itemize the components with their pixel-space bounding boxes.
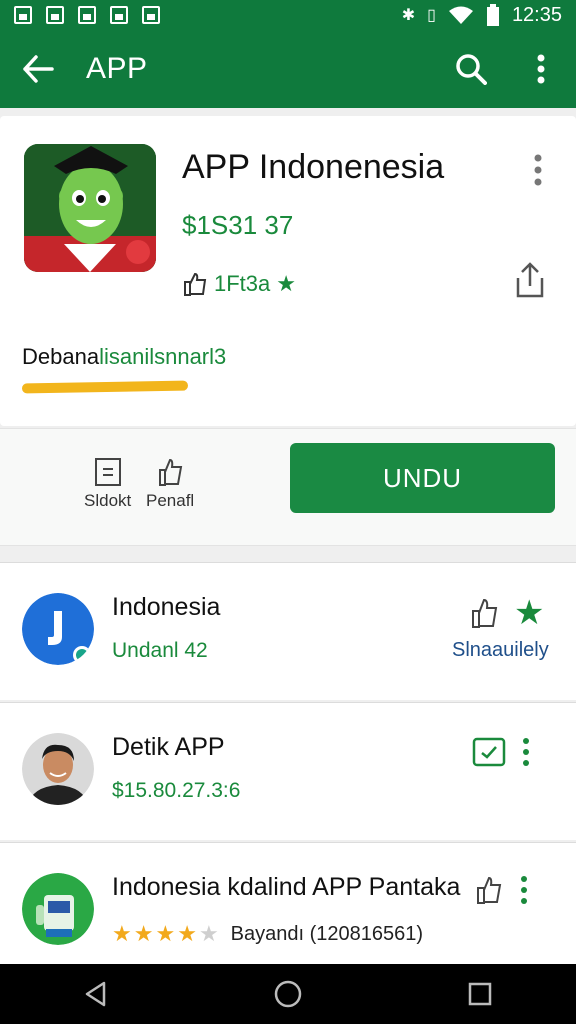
document-icon xyxy=(94,458,121,486)
wifi-icon xyxy=(448,6,473,24)
overflow-menu-icon[interactable] xyxy=(524,52,558,86)
system-nav-bar xyxy=(0,964,576,1024)
status-time: 12:35 xyxy=(511,3,562,26)
action-card: Sldokt Penafl UNDU xyxy=(0,428,576,546)
thumbs-up-icon[interactable] xyxy=(468,597,500,629)
action-item-2-label: Penafl xyxy=(146,491,195,510)
action-item-1-label: Sldokt xyxy=(84,491,132,510)
star-icon: ★ xyxy=(133,921,154,946)
shield-notification-icon xyxy=(110,6,128,24)
list-item-title: Indonesia xyxy=(112,593,221,621)
install-button[interactable]: UNDU xyxy=(290,443,555,513)
thumbs-up-icon xyxy=(184,272,207,296)
star-icon: ★ xyxy=(276,271,296,296)
app-price: $1S31 37 xyxy=(182,210,294,240)
action-item-2[interactable]: Penafl xyxy=(146,457,194,511)
app-logo-icon xyxy=(22,873,94,945)
app-logo-icon xyxy=(22,593,94,665)
image-notification-icon xyxy=(14,6,32,24)
action-item-1[interactable]: Sldokt xyxy=(84,457,131,511)
list-item[interactable]: Indonesia Undanl 42 ★ Slnaauilely xyxy=(0,562,576,700)
mail-notification-icon xyxy=(78,6,96,24)
share-icon[interactable] xyxy=(510,260,550,300)
app-description: Debanalisanilsnnarl3 xyxy=(22,344,226,370)
star-icon: ★ xyxy=(112,921,132,946)
back-arrow-icon[interactable] xyxy=(18,49,58,89)
status-bar: ✱ ▯ 12:35 xyxy=(0,0,576,30)
list-item[interactable]: Indonesia kdalind APP Pantaka ★ ★ ★ ★ ★ … xyxy=(0,842,576,964)
more-options-icon[interactable] xyxy=(518,875,530,905)
star-icon: ★ xyxy=(198,921,219,946)
list-item-right-label: Slnaauilely xyxy=(452,639,549,661)
star-rating: ★ ★ ★ ★ ★ Bayandı (120816561) xyxy=(112,921,423,947)
more-options-icon[interactable] xyxy=(520,737,532,767)
nav-recents-icon[interactable] xyxy=(450,964,510,1024)
list-item-title: Detik APP xyxy=(112,733,225,761)
highlight-underline xyxy=(21,380,189,394)
list-item-subtitle: $15.80.27.3:6 xyxy=(112,779,241,802)
star-icon[interactable]: ★ xyxy=(514,593,544,633)
nav-back-icon[interactable] xyxy=(66,964,126,1024)
list-item-title: Indonesia kdalind APP Pantaka xyxy=(112,873,461,901)
nav-home-icon[interactable] xyxy=(258,964,318,1024)
list-item[interactable]: Detik APP $15.80.27.3:6 xyxy=(0,702,576,840)
app-detail-card: APP Indonenesia $1S31 37 1Ft3a ★ Debanal… xyxy=(0,116,576,426)
thumbs-up-icon[interactable] xyxy=(474,875,504,905)
photo-notification-icon xyxy=(142,6,160,24)
search-icon[interactable] xyxy=(454,52,488,86)
description-part-1: Debana xyxy=(22,344,100,369)
star-icon: ★ xyxy=(177,921,197,946)
app-bar: APP xyxy=(0,30,576,108)
battery-icon xyxy=(486,4,499,26)
rating-row: 1Ft3a ★ xyxy=(182,271,296,297)
star-icon: ★ xyxy=(155,921,176,946)
description-part-2: lisanilsnnarl3 xyxy=(99,344,227,369)
app-icon xyxy=(24,144,156,272)
avatar xyxy=(22,733,94,805)
list-item-meta: Bayandı (120816561) xyxy=(230,922,424,945)
rating-text: 1Ft3a xyxy=(214,271,271,296)
bluetooth-icon: ✱ xyxy=(401,7,416,24)
more-options-icon[interactable] xyxy=(524,150,552,190)
list-item-subtitle: Undanl 42 xyxy=(112,639,208,662)
app-bar-title: APP xyxy=(86,52,148,85)
app-name: APP Indonenesia xyxy=(182,148,445,186)
update-icon[interactable] xyxy=(472,737,506,767)
thumbs-up-outline-icon xyxy=(159,458,183,486)
gallery-notification-icon xyxy=(46,6,64,24)
vibrate-icon: ▯ xyxy=(427,7,436,24)
